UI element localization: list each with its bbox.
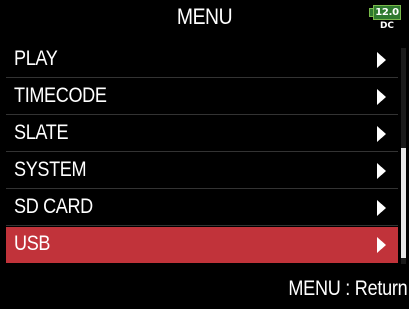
chevron-right-icon — [377, 163, 386, 179]
menu-item-label: SLATE — [14, 121, 69, 144]
menu-item-timecode[interactable]: TIMECODE — [6, 79, 398, 115]
menu-item-label: USB — [14, 232, 51, 255]
battery-indicator: 12.0 DC — [367, 4, 405, 34]
chevron-right-icon — [377, 237, 386, 253]
footer-bar: MENU : Return — [0, 268, 409, 309]
power-source-label: DC — [379, 21, 395, 31]
header-bar: MENU 12.0 DC — [0, 0, 409, 42]
menu-item-play[interactable]: PLAY — [6, 42, 398, 78]
menu-item-usb[interactable]: USB — [6, 227, 398, 263]
menu-item-sd-card[interactable]: SD CARD — [6, 190, 398, 226]
battery-level: 12.0 — [373, 5, 401, 20]
menu-list: PLAY TIMECODE SLATE SYSTEM SD CARD USB — [0, 42, 398, 264]
scroll-thumb[interactable] — [401, 148, 406, 258]
chevron-right-icon — [377, 126, 386, 142]
menu-item-label: SD CARD — [14, 195, 93, 218]
device-screen: MENU 12.0 DC PLAY TIMECODE SLATE SYSTEM … — [0, 0, 409, 309]
chevron-right-icon — [377, 52, 386, 68]
page-title: MENU — [176, 4, 233, 29]
menu-item-label: TIMECODE — [14, 84, 107, 107]
menu-item-label: SYSTEM — [14, 158, 87, 181]
menu-item-system[interactable]: SYSTEM — [6, 153, 398, 189]
scrollbar[interactable] — [401, 48, 406, 264]
menu-item-label: PLAY — [14, 47, 58, 70]
chevron-right-icon — [377, 89, 386, 105]
chevron-right-icon — [377, 200, 386, 216]
menu-item-slate[interactable]: SLATE — [6, 116, 398, 152]
return-hint: MENU : Return — [287, 277, 407, 300]
